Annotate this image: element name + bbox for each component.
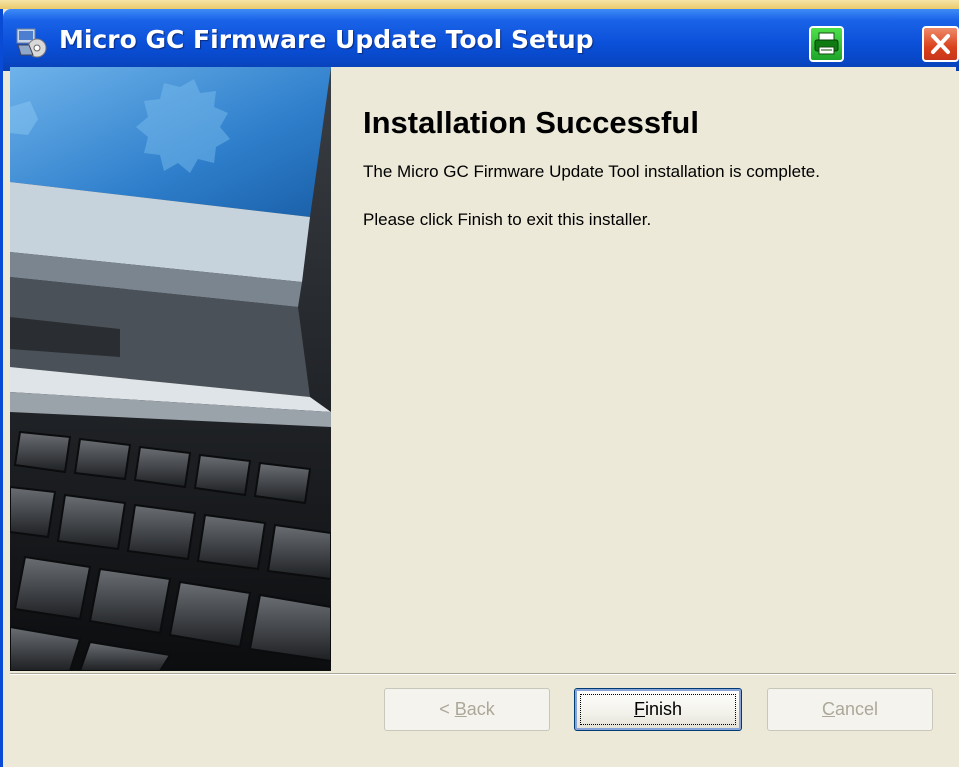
finish-label-rest: inish (644, 699, 683, 719)
finish-instruction: Please click Finish to exit this install… (363, 210, 652, 229)
back-prefix: < (439, 699, 455, 719)
back-label-rest: ack (466, 699, 495, 719)
back-mnemonic: B (454, 699, 467, 719)
window-title: Micro GC Firmware Update Tool Setup (59, 25, 594, 54)
printer-icon (811, 32, 842, 64)
installer-icon (15, 27, 51, 59)
close-icon (924, 34, 957, 64)
cancel-label-rest: ancel (834, 699, 879, 719)
finish-mnemonic: F (633, 699, 645, 719)
cancel-button[interactable]: Cancel (767, 688, 933, 731)
back-button[interactable]: < Back (384, 688, 550, 731)
installer-side-graphic (10, 67, 331, 671)
button-separator (10, 673, 956, 675)
cancel-mnemonic: C (821, 699, 835, 719)
title-bar[interactable]: Micro GC Firmware Update Tool Setup (3, 9, 959, 71)
content-panel: Installation Successful The Micro GC Fir… (331, 67, 956, 671)
finish-button[interactable]: Finish (574, 688, 742, 731)
printer-button[interactable] (809, 26, 844, 62)
page-heading: Installation Successful (363, 105, 699, 140)
desktop-strip (0, 0, 959, 9)
completion-message: The Micro GC Firmware Update Tool instal… (363, 162, 820, 181)
close-button[interactable] (922, 26, 959, 62)
